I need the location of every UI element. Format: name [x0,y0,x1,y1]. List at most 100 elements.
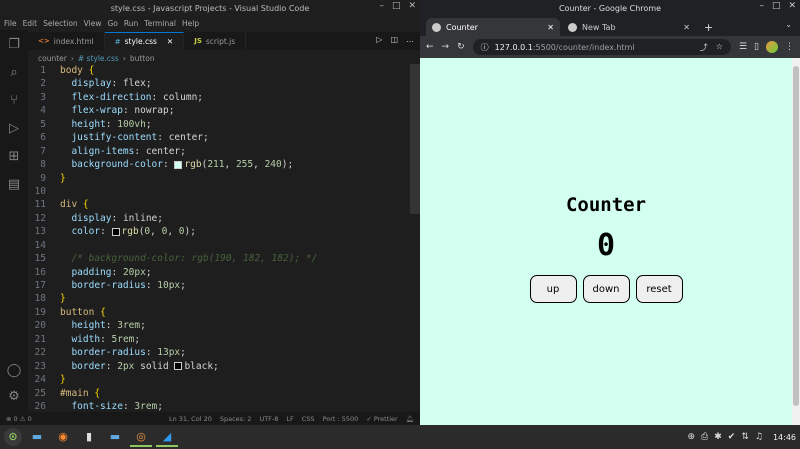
tab-new-tab[interactable]: New Tab ✕ [562,18,696,36]
tab-label: style.css [124,37,157,46]
account-icon[interactable]: ◯ [6,362,22,378]
chrome-toolbar: ← → ↻ ⓘ 127.0.0.1:5500/counter/index.htm… [420,36,800,58]
start-menu-icon[interactable]: ⊙ [4,428,22,446]
network-icon[interactable]: ⇅ [741,432,749,442]
run-debug-icon[interactable]: ▷ [6,120,22,136]
back-icon[interactable]: ← [426,42,434,52]
vscode-titlebar: style.css - Javascript Projects - Visual… [0,0,420,16]
site-info-icon[interactable]: ⓘ [481,42,489,53]
clock[interactable]: 14:46 [773,433,796,442]
tab-style-css[interactable]: # style.css ✕ [104,32,185,50]
printer-icon[interactable]: ⎙ [701,432,708,442]
volume-icon[interactable]: ♫ [755,432,763,442]
extensions-icon[interactable]: ▯ [754,42,759,52]
menu-run[interactable]: Run [124,19,138,28]
minimize-icon[interactable]: – [379,1,384,11]
chevron-down-icon[interactable]: ⌄ [785,20,792,29]
css-file-icon: # [114,37,121,46]
gear-icon[interactable]: ⚙ [6,388,22,404]
cursor-position[interactable]: Ln 31, Col 20 [169,415,212,423]
star-icon[interactable]: ☆ [716,42,723,53]
more-actions-icon[interactable]: … [406,35,414,44]
menu-selection[interactable]: Selection [43,19,78,28]
files-icon[interactable]: ▬ [104,427,126,447]
page-scrollbar[interactable] [792,58,800,425]
firefox-icon[interactable]: ◉ [52,427,74,447]
menu-terminal[interactable]: Terminal [144,19,176,28]
indentation-status[interactable]: Spaces: 2 [220,415,252,423]
maximize-icon[interactable]: □ [392,1,401,11]
code-editor[interactable]: 1 body { 2 display: flex; 3 flex-directio… [28,64,410,412]
chrome-taskbar-icon[interactable]: ◎ [130,427,152,447]
forward-icon[interactable]: → [442,42,450,52]
up-button[interactable]: up [529,275,577,303]
tab-index-html[interactable]: <> index.html [28,32,105,50]
vscode-taskbar-icon[interactable]: ◢ [156,427,178,447]
menu-help[interactable]: Help [182,19,199,28]
close-tab-icon[interactable]: ✕ [683,23,690,32]
breadcrumb-symbol[interactable]: button [130,54,155,63]
system-tray: ⊕ ⎙ ✱ ✔ ⇅ ♫ 14:46 [687,432,796,442]
search-icon[interactable]: ⌕ [6,64,22,80]
profile-avatar[interactable] [766,41,778,53]
address-bar[interactable]: ⓘ 127.0.0.1:5500/counter/index.html ⤴ ☆ [472,39,731,55]
close-tab-icon[interactable]: ✕ [167,37,173,46]
new-tab-button[interactable]: + [698,21,719,36]
editor-scrollbar[interactable] [410,64,420,214]
menu-file[interactable]: File [4,19,17,28]
settings-icon[interactable]: ✱ [714,432,722,442]
close-icon[interactable]: ✕ [788,1,796,11]
js-file-icon: JS [194,37,202,45]
chrome-window: Counter - Google Chrome – □ ✕ Counter ✕ … [420,0,800,425]
globe-icon [432,22,441,32]
reload-icon[interactable]: ↻ [457,42,465,52]
minimize-icon[interactable]: – [759,1,764,11]
tab-script-js[interactable]: JS script.js [184,32,247,50]
tab-label: index.html [53,36,94,46]
share-icon[interactable]: ⤴ [700,42,708,53]
menu-kebab-icon[interactable]: ⋮ [785,42,794,52]
scroll-thumb[interactable] [793,66,799,406]
split-editor-icon[interactable]: ◫ [390,35,398,44]
reset-button[interactable]: reset [635,275,683,303]
tab-counter[interactable]: Counter ✕ [426,18,560,36]
extensions-icon[interactable]: ⊞ [6,148,22,164]
close-tab-icon[interactable]: ✕ [547,23,554,32]
maximize-icon[interactable]: □ [772,1,781,11]
page-title: Counter [565,194,647,216]
editor-tabs: <> index.html # style.css ✕ JS script.js [28,32,420,50]
show-desktop-icon[interactable]: ▬ [26,427,48,447]
remote-icon[interactable]: ▤ [6,176,22,192]
run-icon[interactable]: ▷ [376,35,382,44]
counter-value: 0 [596,228,616,263]
update-icon[interactable]: ⊕ [687,432,695,442]
status-bar: ⊗ 0 ⚠ 0 Ln 31, Col 20 Spaces: 2 UTF-8 LF… [0,412,420,425]
reading-list-icon[interactable]: ☰ [739,42,747,52]
explorer-icon[interactable]: ❐ [6,36,22,52]
menu-edit[interactable]: Edit [23,19,38,28]
counter-page: Counter 0 up down reset [420,58,792,425]
chrome-titlebar: Counter - Google Chrome – □ ✕ [420,0,800,16]
check-icon[interactable]: ✔ [728,432,736,442]
activity-bar: ❐ ⌕ ⑂ ▷ ⊞ ▤ ◯ ⚙ [0,30,28,412]
live-server-port[interactable]: Port : 5500 [323,415,359,423]
vscode-window: style.css - Javascript Projects - Visual… [0,0,420,425]
prettier-status[interactable]: ✓ Prettier [366,415,397,423]
close-icon[interactable]: ✕ [408,1,416,11]
breadcrumb-file[interactable]: # style.css [78,54,119,63]
source-control-icon[interactable]: ⑂ [6,92,22,108]
eol-status[interactable]: LF [286,415,293,423]
down-button[interactable]: down [582,275,630,303]
language-status[interactable]: CSS [302,415,315,423]
menu-go[interactable]: Go [107,19,117,28]
menu-view[interactable]: View [84,19,102,28]
url-host: 127.0.0.1 [494,42,533,52]
bell-icon[interactable]: 🔔︎ [406,415,414,423]
encoding-status[interactable]: UTF-8 [259,415,278,423]
chevron-right-icon: › [122,53,126,63]
terminal-icon[interactable]: ▮ [78,427,100,447]
chrome-tabstrip: Counter ✕ New Tab ✕ + ⌄ [420,16,800,36]
tab-label: script.js [205,36,236,46]
problems-status[interactable]: ⊗ 0 ⚠ 0 [6,415,32,423]
breadcrumb-folder[interactable]: counter [38,54,67,63]
